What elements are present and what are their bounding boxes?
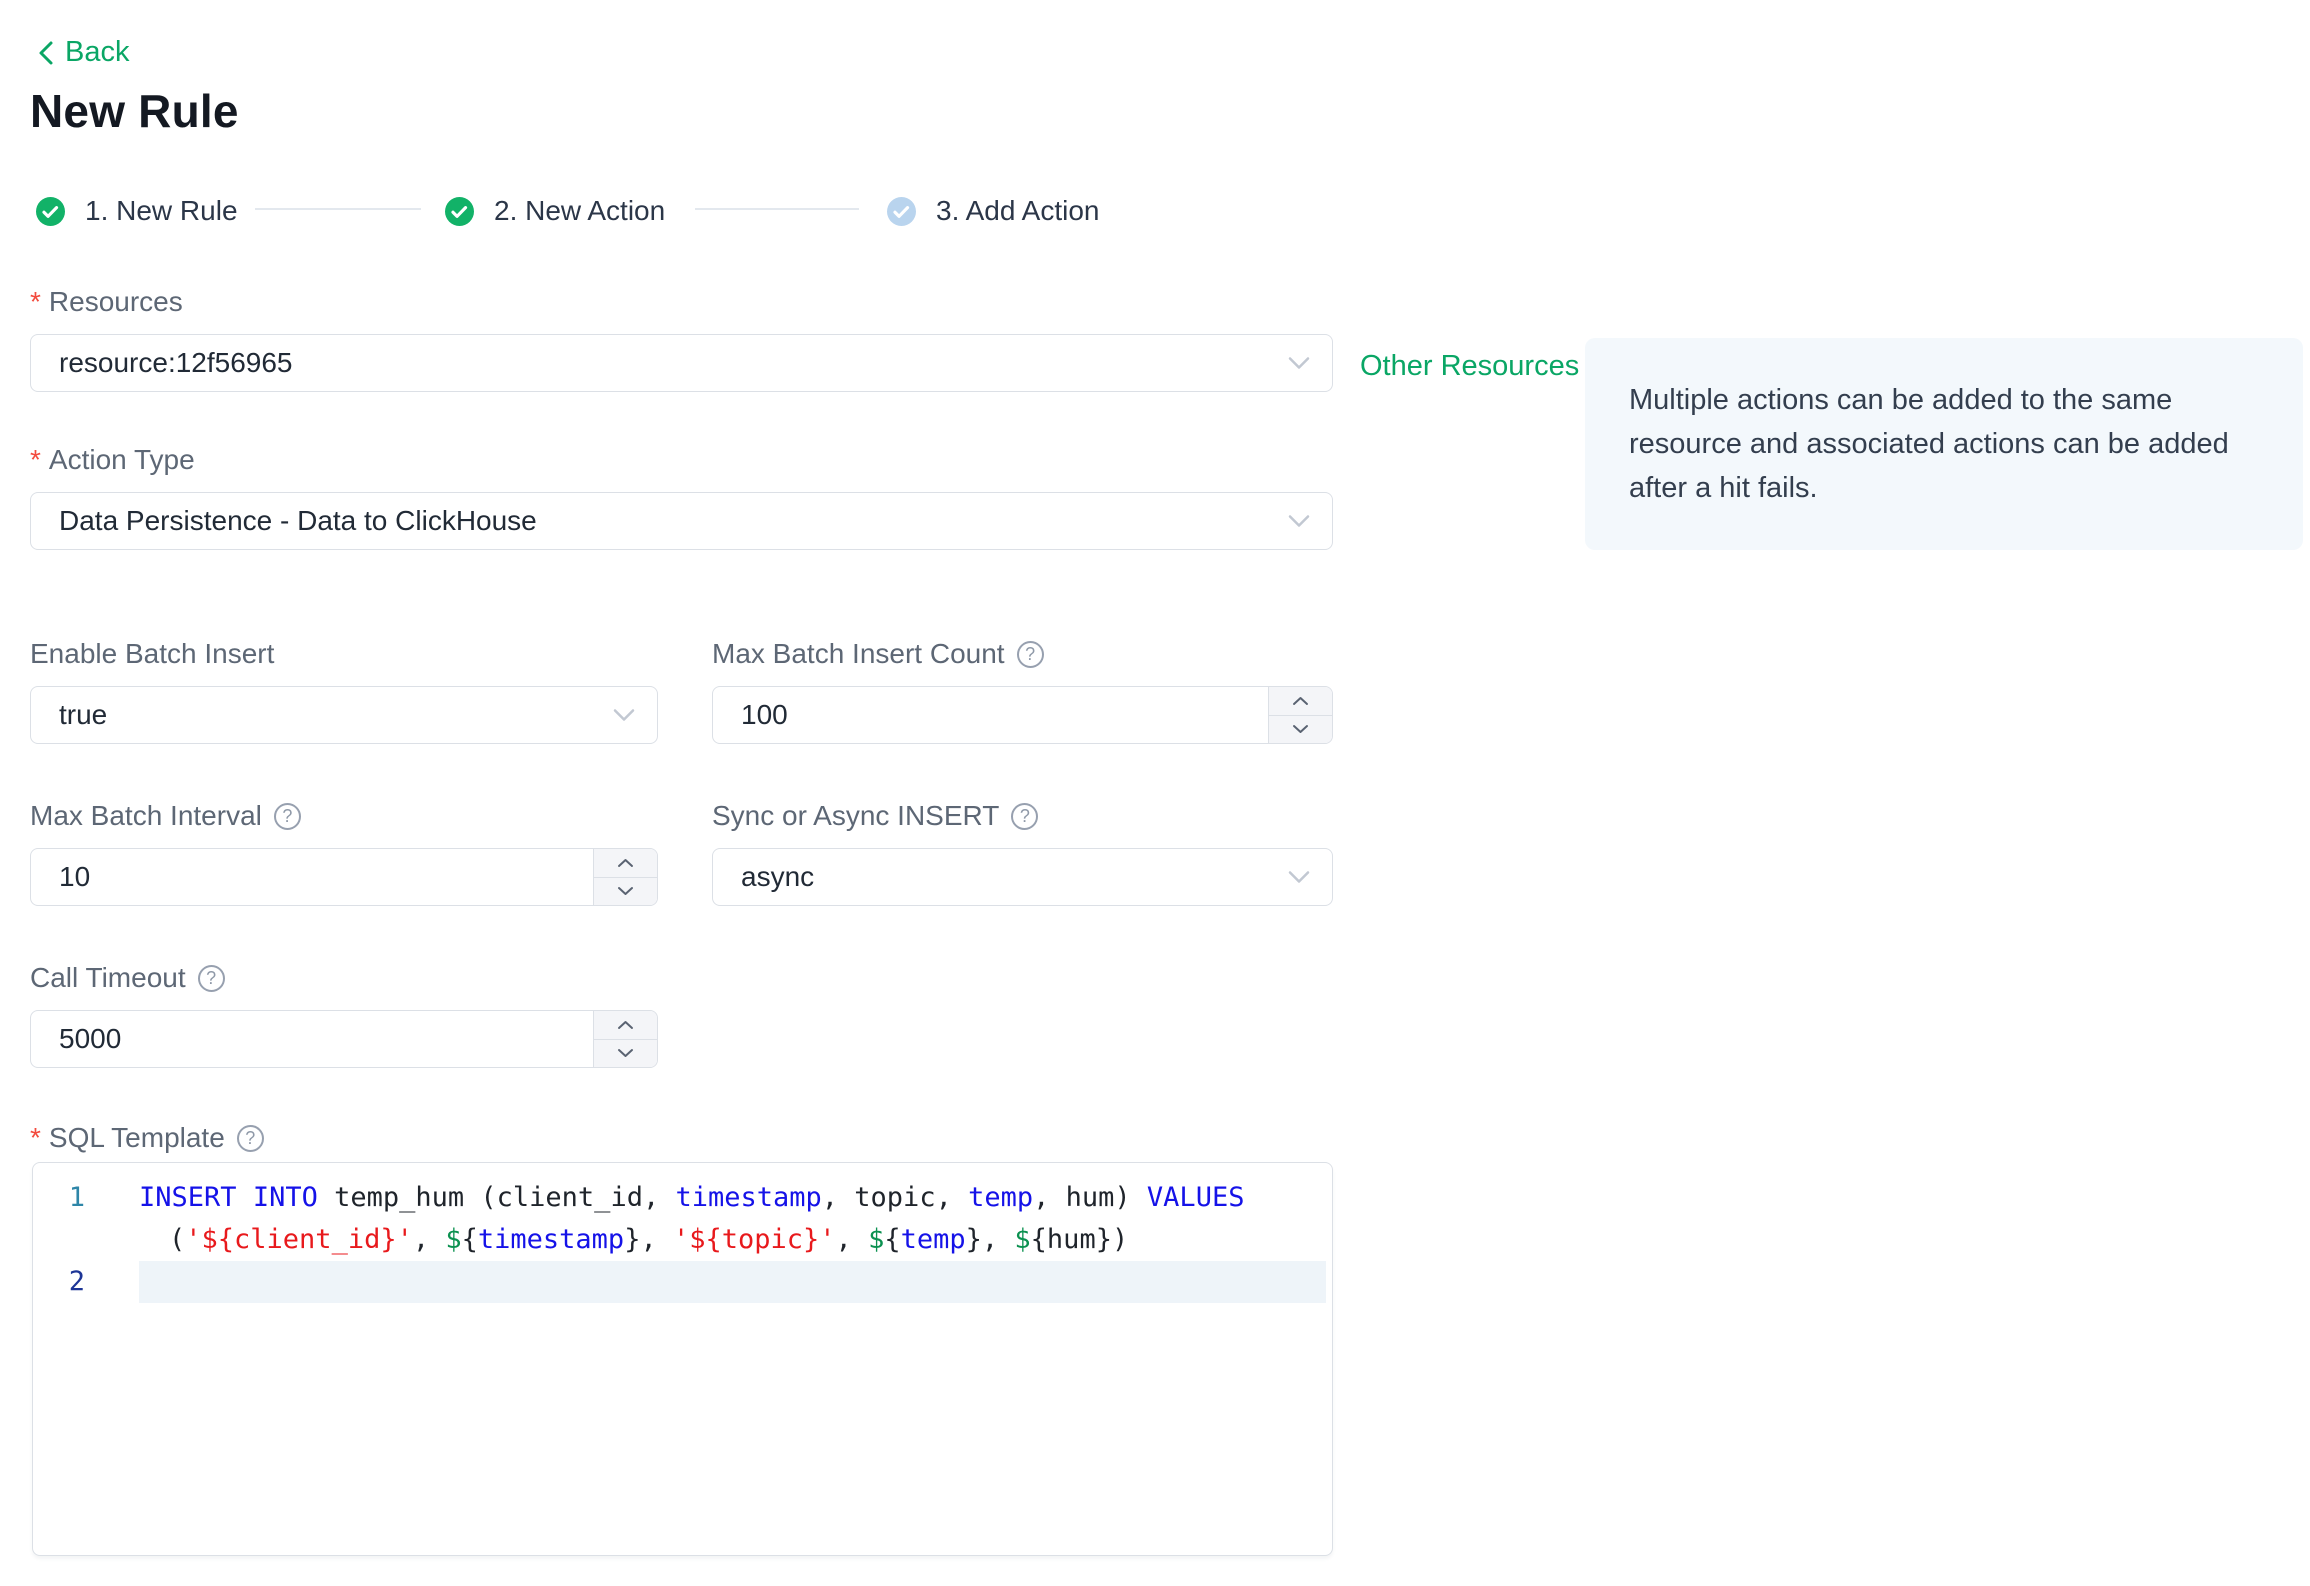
decrement-button[interactable]: [594, 877, 657, 905]
action-type-select[interactable]: Data Persistence - Data to ClickHouse: [30, 492, 1333, 550]
chevron-down-icon: [613, 709, 635, 721]
check-circle-icon: [36, 196, 65, 226]
help-icon[interactable]: ?: [1016, 640, 1044, 668]
code-text: ('${client_id}', ${timestamp}, '${topic}…: [169, 1224, 1129, 1255]
sql-template-label: * SQL Template ?: [30, 1122, 264, 1154]
resources-label: * Resources: [30, 286, 183, 317]
action-type-select-value: Data Persistence - Data to ClickHouse: [59, 505, 537, 536]
chevron-down-icon: [618, 887, 633, 896]
code-line-active: 2: [33, 1261, 1332, 1303]
help-icon[interactable]: ?: [236, 1124, 264, 1152]
help-icon[interactable]: ?: [197, 964, 225, 992]
chevron-down-icon: [1293, 725, 1308, 734]
new-rule-page: Back New Rule 1. New Rule 2. New Action …: [0, 0, 2310, 1586]
call-timeout-label: Call Timeout ?: [30, 962, 225, 994]
stepper-step-2-label: 2. New Action: [494, 195, 666, 226]
decrement-button[interactable]: [1269, 715, 1332, 743]
stepper-step-1[interactable]: 1. New Rule: [36, 195, 238, 227]
code-line: 1 INSERT INTO temp_hum (client_id, times…: [33, 1177, 1332, 1219]
info-tip-box: Multiple actions can be added to the sam…: [1585, 338, 2303, 550]
chevron-up-icon: [618, 858, 633, 867]
sync-or-async-insert-value: async: [741, 861, 815, 892]
check-circle-icon: [887, 196, 916, 226]
chevron-down-icon: [618, 1049, 633, 1058]
chevron-down-icon: [1288, 515, 1310, 527]
sql-template-editor[interactable]: 1 INSERT INTO temp_hum (client_id, times…: [32, 1162, 1333, 1556]
call-timeout-input[interactable]: 5000: [30, 1010, 658, 1068]
increment-button[interactable]: [594, 1011, 657, 1040]
required-mark: *: [30, 1122, 41, 1153]
stepper-step-1-label: 1. New Rule: [85, 195, 238, 226]
stepper-step-3[interactable]: 3. Add Action: [887, 195, 1099, 227]
max-batch-interval-label: Max Batch Interval ?: [30, 800, 301, 832]
back-label: Back: [65, 36, 130, 68]
max-batch-insert-count-value: 100: [741, 699, 788, 730]
max-batch-interval-input[interactable]: 10: [30, 848, 658, 906]
help-icon[interactable]: ?: [273, 802, 301, 830]
chevron-down-icon: [1288, 357, 1310, 369]
help-icon[interactable]: ?: [1011, 802, 1039, 830]
decrement-button[interactable]: [594, 1039, 657, 1067]
action-type-label: * Action Type: [30, 444, 195, 475]
max-batch-insert-count-label: Max Batch Insert Count ?: [712, 638, 1044, 670]
call-timeout-value: 5000: [59, 1023, 122, 1054]
increment-button[interactable]: [594, 849, 657, 878]
other-resources-link[interactable]: Other Resources: [1360, 350, 1579, 383]
required-mark: *: [30, 286, 41, 317]
chevron-up-icon: [618, 1020, 633, 1029]
stepper-connector: [695, 208, 859, 210]
resources-select[interactable]: resource:12f56965: [30, 334, 1333, 392]
line-number: 1: [68, 1182, 85, 1213]
max-batch-insert-count-input[interactable]: 100: [712, 686, 1333, 744]
stepper-connector: [255, 208, 421, 210]
number-stepper: [1268, 687, 1332, 743]
line-number: 2: [68, 1266, 85, 1297]
chevron-up-icon: [1293, 696, 1308, 705]
stepper-step-3-label: 3. Add Action: [936, 195, 1100, 226]
number-stepper: [593, 1011, 657, 1067]
chevron-down-icon: [1288, 871, 1310, 883]
enable-batch-insert-select[interactable]: true: [30, 686, 658, 744]
required-mark: *: [30, 444, 41, 475]
stepper-step-2[interactable]: 2. New Action: [445, 195, 665, 227]
check-circle-icon: [445, 196, 474, 226]
sync-or-async-insert-select[interactable]: async: [712, 848, 1333, 906]
max-batch-interval-value: 10: [59, 861, 91, 892]
page-title: New Rule: [30, 85, 239, 137]
sync-or-async-insert-label: Sync or Async INSERT ?: [712, 800, 1039, 832]
code-text: [139, 1261, 1326, 1303]
back-button[interactable]: Back: [37, 36, 129, 69]
resources-select-value: resource:12f56965: [59, 347, 293, 378]
number-stepper: [593, 849, 657, 905]
code-text: INSERT INTO temp_hum (client_id, timesta…: [139, 1182, 1245, 1213]
enable-batch-insert-value: true: [59, 699, 108, 730]
chevron-left-icon: [39, 41, 53, 64]
enable-batch-insert-label: Enable Batch Insert: [30, 638, 275, 669]
increment-button[interactable]: [1269, 687, 1332, 716]
code-line: ('${client_id}', ${timestamp}, '${topic}…: [33, 1219, 1332, 1261]
